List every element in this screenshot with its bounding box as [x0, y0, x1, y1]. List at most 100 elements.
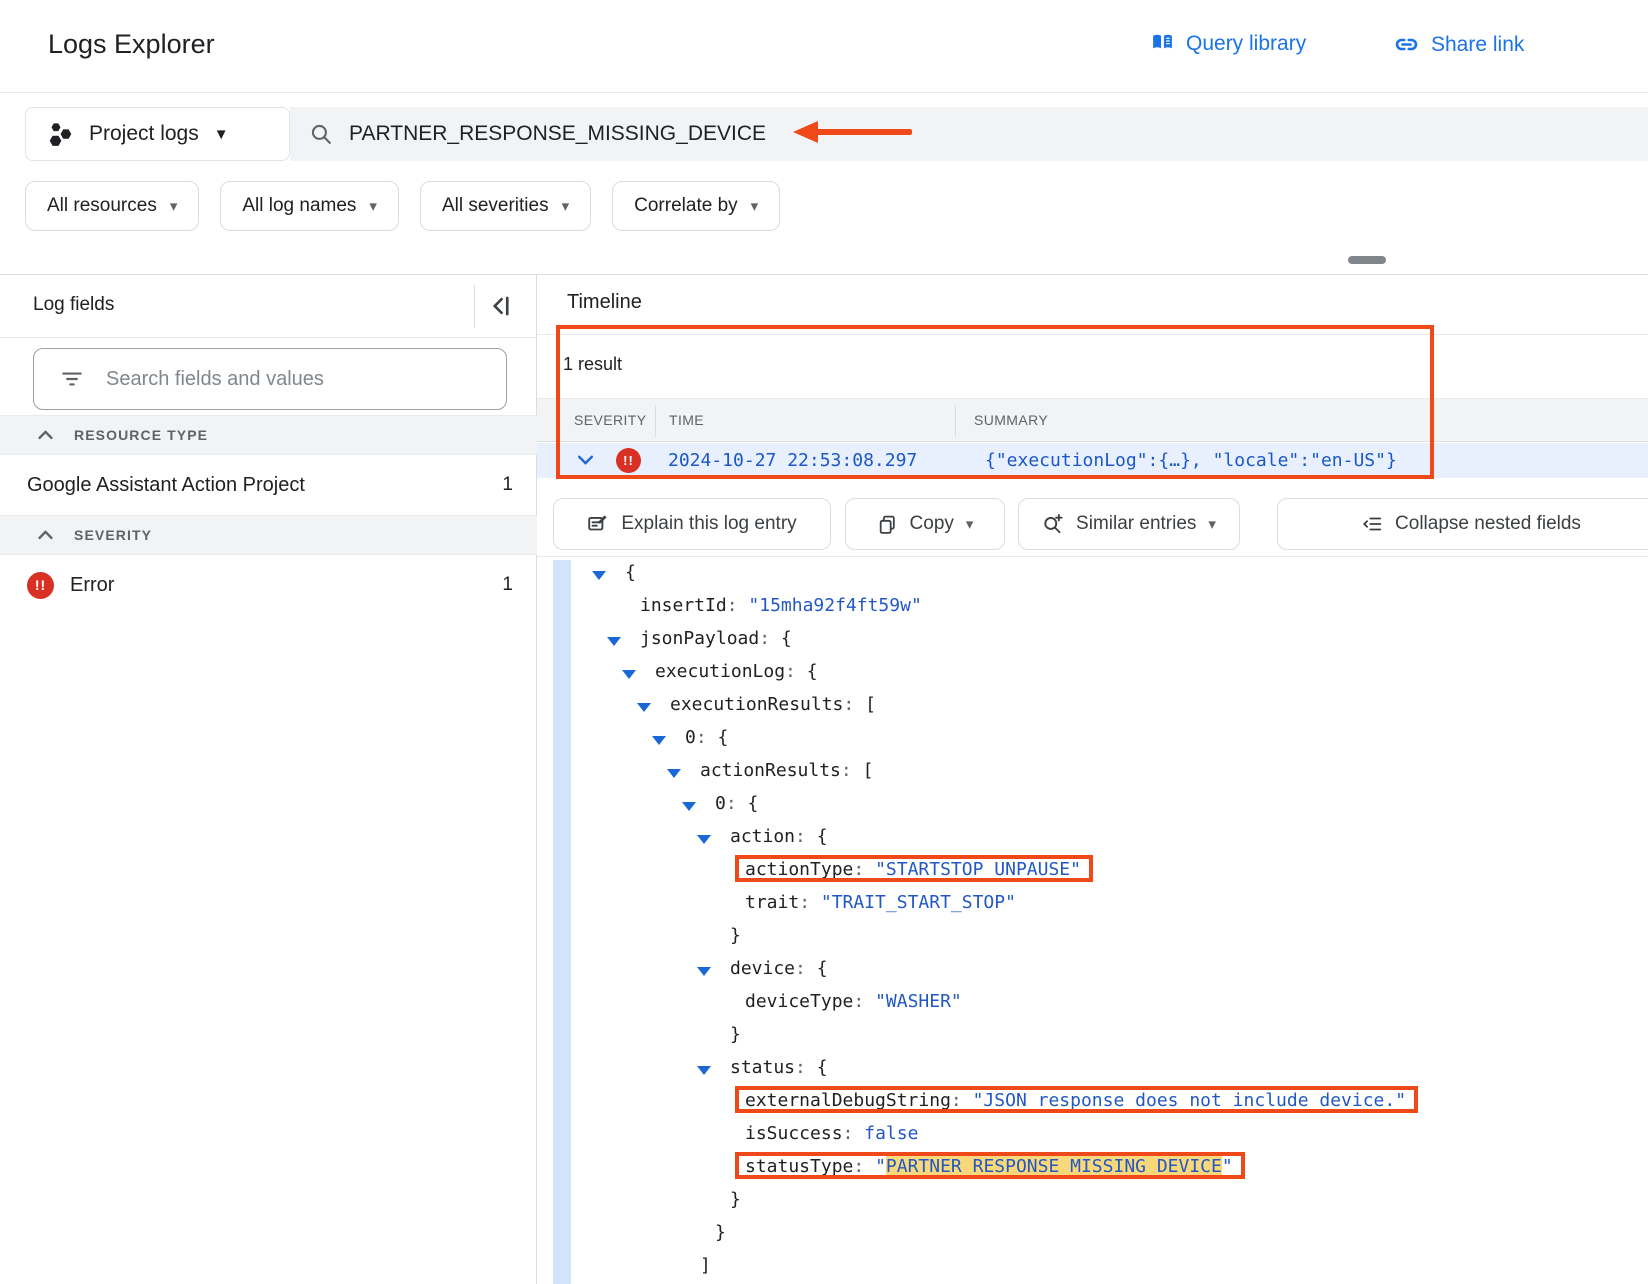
log-entry-summary: {"executionLog":{…}, "locale":"en-US"}: [985, 450, 1397, 471]
query-input-field[interactable]: [290, 107, 1648, 161]
filter-icon: [59, 366, 85, 392]
json-key: executionLog: [655, 661, 785, 682]
filter-label: All log names: [242, 195, 356, 217]
filter-bar: All resources▾All log names▾All severiti…: [25, 181, 780, 231]
fields-search-input[interactable]: [106, 368, 466, 391]
explain-log-entry-button[interactable]: Explain this log entry: [553, 498, 831, 550]
error-icon: !!: [616, 448, 641, 473]
json-punct: ]: [700, 1255, 711, 1276]
json-key: externalDebugString: [745, 1090, 951, 1111]
json-colon: :: [799, 892, 821, 913]
json-key: insertId: [640, 595, 727, 616]
json-key: 0: [715, 793, 726, 814]
project-logs-icon: [47, 121, 74, 148]
log-scope-selector[interactable]: Project logs ▼: [25, 107, 290, 161]
collapse-nested-fields-button[interactable]: Collapse nested fields: [1277, 498, 1648, 550]
field-item-error[interactable]: !! Error 1: [0, 555, 537, 615]
section-header-resource-type[interactable]: RESOURCE TYPE: [0, 415, 537, 455]
expand-triangle-icon[interactable]: [682, 802, 696, 811]
expand-triangle-icon[interactable]: [592, 571, 606, 580]
section-label: SEVERITY: [74, 527, 152, 543]
json-colon: :: [795, 826, 817, 847]
expand-triangle-icon[interactable]: [697, 1066, 711, 1075]
book-icon: [1150, 31, 1175, 56]
field-item-count: 1: [502, 574, 513, 596]
timeline-tab[interactable]: Timeline: [567, 291, 642, 314]
json-key: isSuccess: [745, 1123, 843, 1144]
json-line-text: 0: {: [715, 793, 758, 814]
copy-label: Copy: [910, 513, 954, 535]
expand-triangle-icon[interactable]: [667, 769, 681, 778]
expand-triangle-icon[interactable]: [622, 670, 636, 679]
share-link[interactable]: Share link: [1393, 31, 1524, 58]
json-line-text: }: [715, 1222, 726, 1243]
chevron-down-icon: ▾: [1208, 515, 1216, 533]
scope-label: Project logs: [89, 122, 199, 146]
column-time: TIME: [669, 412, 704, 428]
collapse-entry-icon[interactable]: [576, 451, 595, 470]
search-icon: [309, 122, 334, 147]
json-line: }: [537, 1185, 1648, 1218]
json-colon: :: [696, 727, 718, 748]
json-key: trait: [745, 892, 799, 913]
field-item-google-assistant-action-project[interactable]: Google Assistant Action Project 1: [0, 455, 537, 515]
json-line: status: {: [537, 1053, 1648, 1086]
json-value: false: [864, 1123, 918, 1144]
chevron-down-icon: ▾: [562, 197, 570, 215]
fields-search-box[interactable]: [33, 348, 507, 410]
field-item-label: Google Assistant Action Project: [27, 474, 305, 497]
expand-triangle-icon[interactable]: [697, 835, 711, 844]
json-line-text: actionResults: [: [700, 760, 873, 781]
json-colon: :: [726, 793, 748, 814]
field-item-count: 1: [502, 474, 513, 496]
filter-all-severities[interactable]: All severities▾: [420, 181, 591, 231]
expand-triangle-icon[interactable]: [697, 967, 711, 976]
json-line: isSuccess: false: [537, 1119, 1648, 1152]
filter-all-log-names[interactable]: All log names ▾: [220, 181, 399, 231]
query-input[interactable]: [349, 122, 1249, 146]
field-item-label: Error: [70, 574, 114, 597]
json-line-text: {: [625, 562, 636, 583]
expand-triangle-icon[interactable]: [652, 736, 666, 745]
json-line: action: {: [537, 822, 1648, 855]
json-punct: {: [817, 826, 828, 847]
log-entry-row[interactable]: !! 2024-10-27 22:53:08.297 {"executionLo…: [537, 443, 1648, 478]
chevron-up-icon: [36, 426, 55, 445]
json-line-text: deviceType: "WASHER": [745, 991, 962, 1012]
copy-button[interactable]: Copy ▾: [845, 498, 1005, 550]
chevron-down-icon: ▼: [214, 126, 229, 143]
json-line: jsonPayload: {: [537, 624, 1648, 657]
query-library-label: Query library: [1186, 32, 1306, 56]
chevron-down-icon: ▾: [369, 197, 377, 215]
json-punct: {: [718, 727, 729, 748]
json-colon: :: [853, 1156, 875, 1177]
expand-triangle-icon[interactable]: [607, 637, 621, 646]
panel-resize-handle[interactable]: [1348, 256, 1386, 264]
json-line: actionResults: [: [537, 756, 1648, 789]
json-punct: [: [863, 760, 874, 781]
query-library-link[interactable]: Query library: [1150, 31, 1306, 56]
json-line-text: trait: "TRAIT_START_STOP": [745, 892, 1016, 913]
json-key: status: [730, 1057, 795, 1078]
json-colon: :: [759, 628, 781, 649]
section-label: RESOURCE TYPE: [74, 427, 208, 443]
section-header-severity[interactable]: SEVERITY: [0, 515, 537, 555]
json-line-text: isSuccess: false: [745, 1123, 918, 1144]
page-header: Logs Explorer Query library Share link: [0, 0, 1648, 93]
filter-correlate-by[interactable]: Correlate by▾: [612, 181, 780, 231]
json-punct: }: [730, 925, 741, 946]
json-line-annotated: externalDebugString: "JSON response does…: [745, 1090, 1406, 1111]
similar-entries-icon: [1042, 513, 1064, 535]
json-punct: {: [817, 958, 828, 979]
similar-entries-button[interactable]: Similar entries ▾: [1018, 498, 1240, 550]
collapse-panel-icon[interactable]: [486, 291, 516, 321]
entry-body-divider: [537, 556, 1648, 557]
expand-triangle-icon[interactable]: [637, 703, 651, 712]
json-line: trait: "TRAIT_START_STOP": [537, 888, 1648, 921]
filter-all-resources[interactable]: All resources▾: [25, 181, 199, 231]
error-icon: !!: [27, 572, 54, 599]
json-colon: :: [727, 595, 749, 616]
json-value-quote: ": [875, 1156, 886, 1177]
result-count: 1 result: [563, 354, 622, 375]
chevron-down-icon: ▾: [966, 515, 974, 533]
